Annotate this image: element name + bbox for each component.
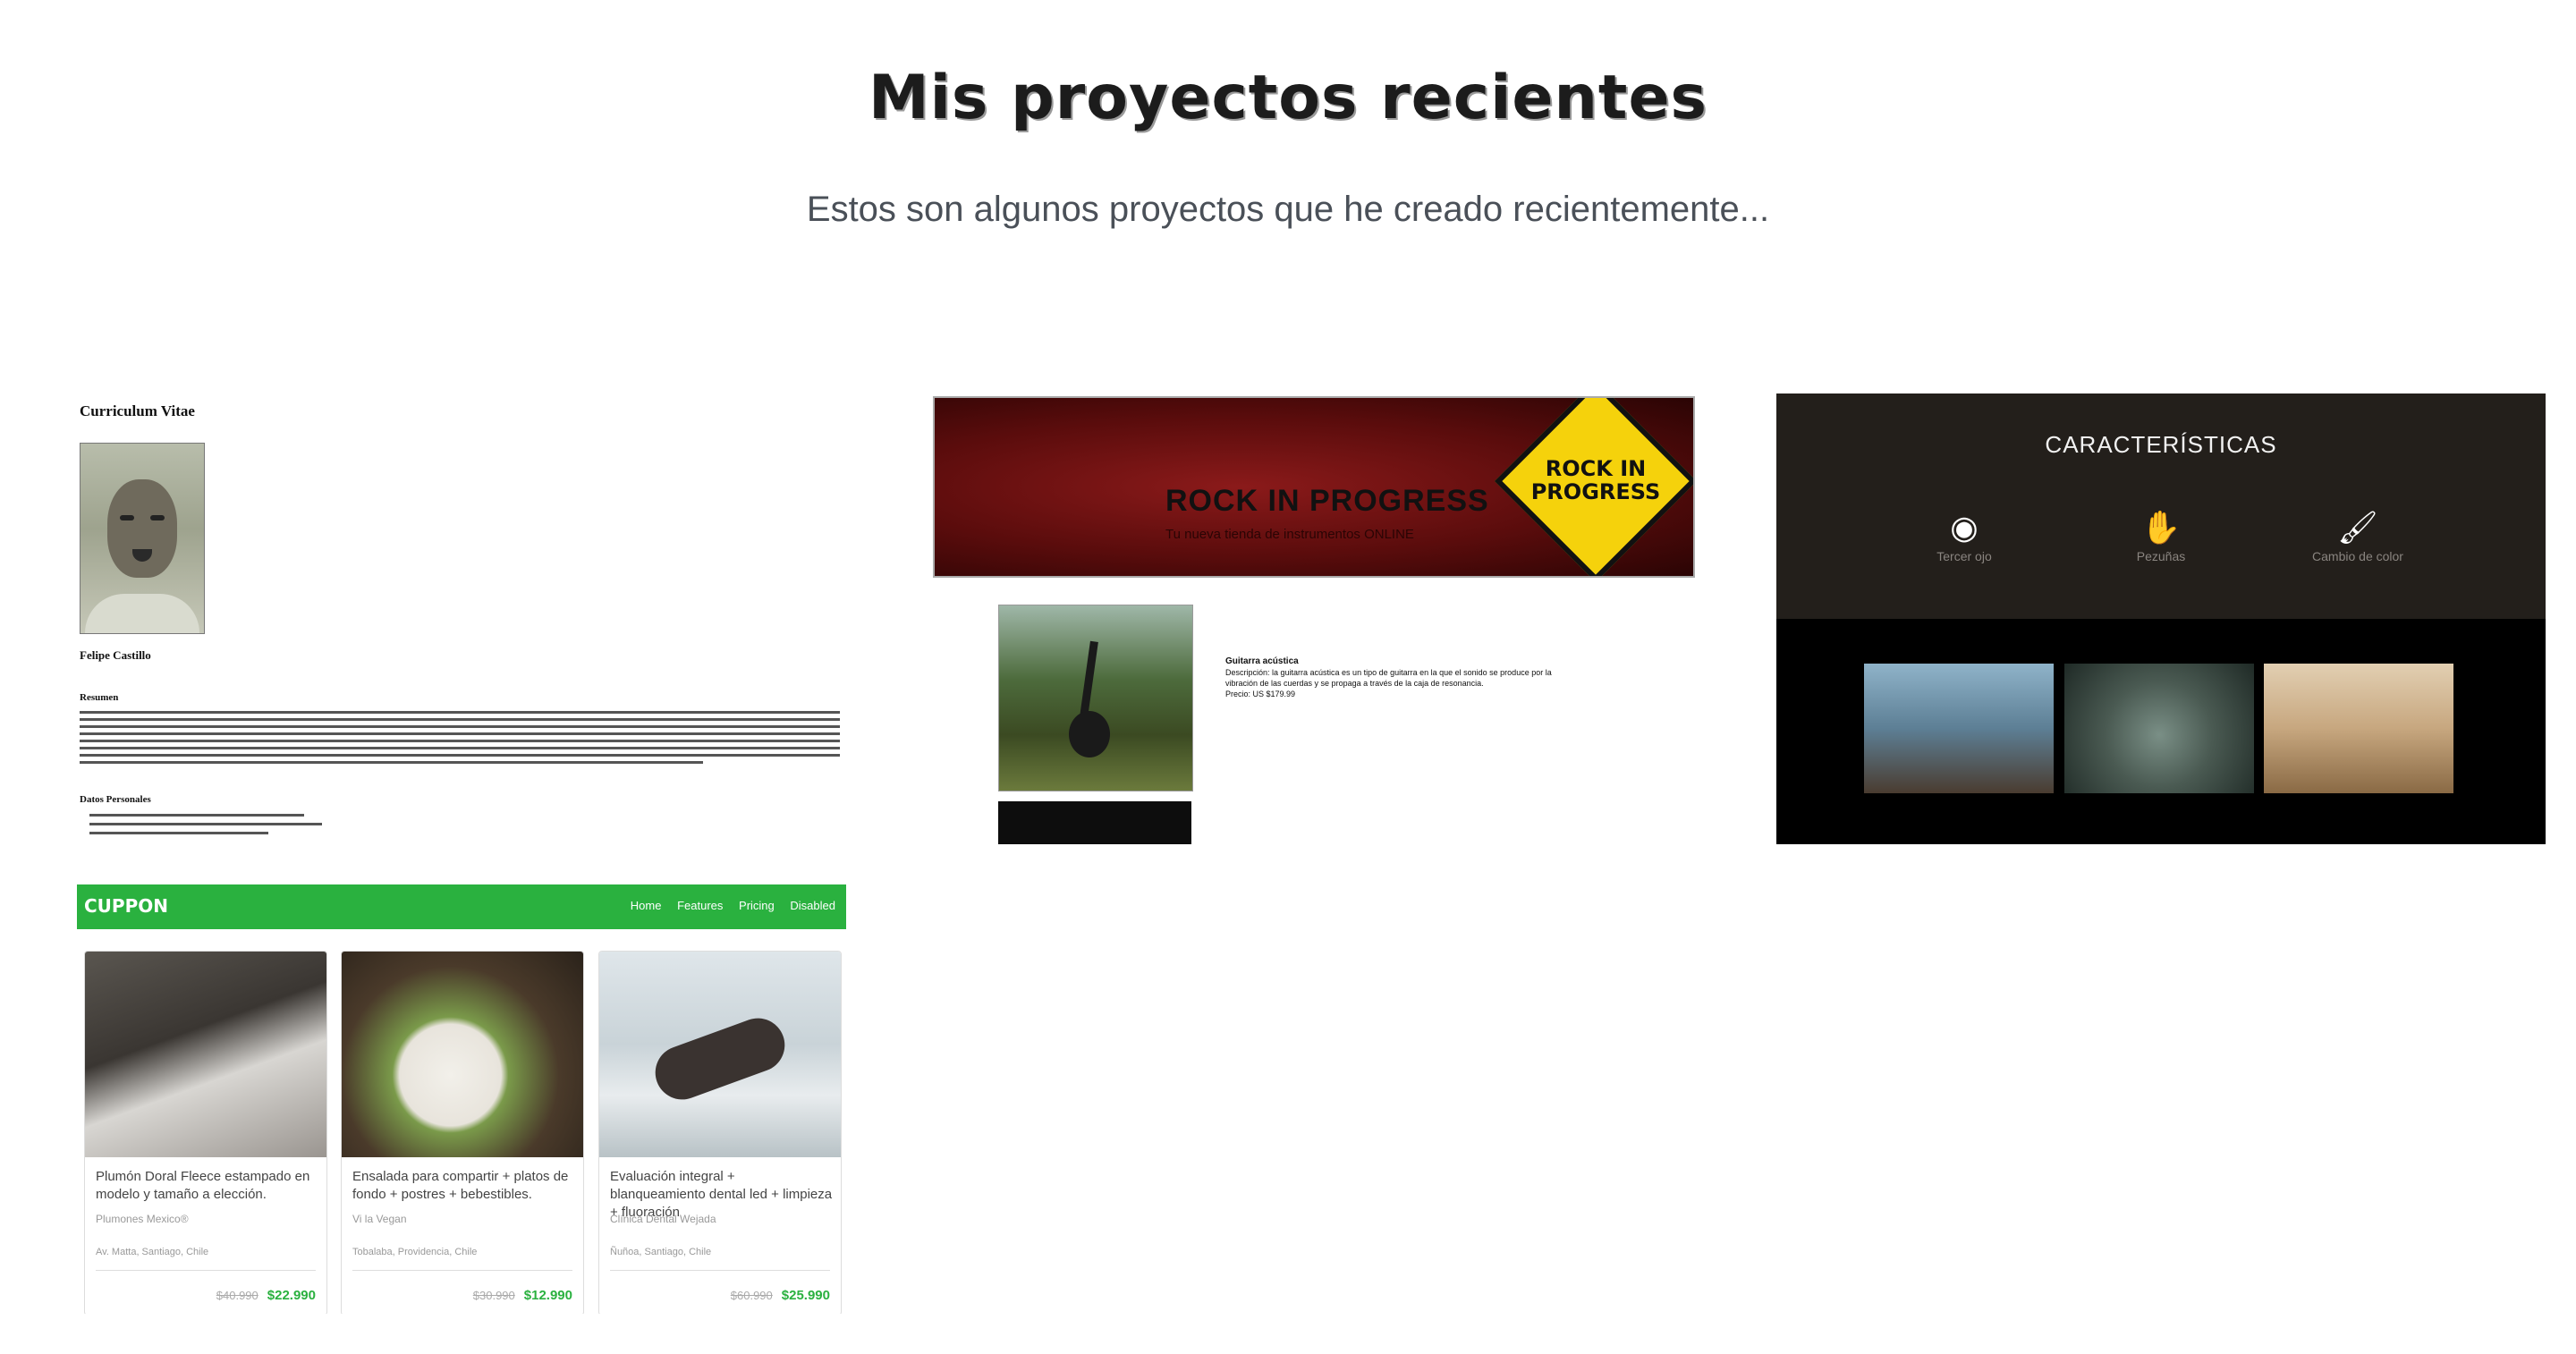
- new-price: $12.990: [523, 1288, 572, 1303]
- nav-link-pricing[interactable]: Pricing: [739, 899, 775, 912]
- coupon-desc: Ensalada para compartir + platos de fond…: [352, 1169, 569, 1202]
- coupon-shop: Clínica Dental Wejada: [610, 1213, 716, 1225]
- salad-image: [342, 952, 583, 1157]
- feature-item: ◉ Tercer ojo: [1884, 509, 2045, 564]
- feature-item: ✋ Pezuñas: [2080, 509, 2241, 564]
- coupon-location: Tobalaba, Providencia, Chile: [352, 1247, 478, 1257]
- coupon-location: Av. Matta, Santiago, Chile: [96, 1247, 209, 1257]
- brush-icon: 🖌: [2337, 509, 2378, 546]
- coupon-shop: Vi la Vegan: [352, 1213, 407, 1225]
- cv-personal-list: [89, 814, 358, 841]
- project-card-cuppon[interactable]: CUPPON Home Features Pricing Disabled Pl…: [77, 884, 846, 1314]
- features-title: CARACTERÍSTICAS: [2045, 431, 2277, 458]
- rock-banner: ROCK IN PROGRESS Tu nueva tienda de inst…: [933, 396, 1695, 578]
- coupon-prices: $30.990 $12.990: [473, 1288, 572, 1303]
- rock-tagline: Tu nueva tienda de instrumentos ONLINE: [1165, 527, 1414, 542]
- feature-label: Cambio de color: [2312, 549, 2403, 563]
- new-price: $25.990: [781, 1288, 830, 1303]
- page-subtitle: Estos son algunos proyectos que he cread…: [806, 190, 1770, 229]
- coupon-card[interactable]: Ensalada para compartir + platos de fond…: [341, 951, 584, 1314]
- old-price: $60.990: [730, 1289, 773, 1302]
- cv-summary-text: [80, 711, 840, 768]
- feature-label: Tercer ojo: [1936, 549, 1992, 563]
- cv-name: Felipe Castillo: [80, 648, 151, 662]
- rock-sign-text: ROCK IN PROGRESS: [1530, 456, 1661, 504]
- old-price: $30.990: [472, 1289, 515, 1302]
- old-price: $40.990: [216, 1289, 258, 1302]
- dental-image: [599, 952, 841, 1157]
- coupon-prices: $40.990 $22.990: [216, 1288, 316, 1303]
- cv-photo: [80, 443, 205, 634]
- rock-product-desc: Descripción: la guitarra acústica es un …: [1225, 668, 1552, 688]
- new-price: $22.990: [267, 1288, 316, 1303]
- nav-link-features[interactable]: Features: [677, 899, 723, 912]
- cuppon-nav-links: Home Features Pricing Disabled: [618, 899, 835, 912]
- divider: [96, 1270, 316, 1271]
- rock-product-info: Guitarra acústica Descripción: la guitar…: [1225, 656, 1565, 699]
- divider: [352, 1270, 572, 1271]
- guitar-image: [998, 605, 1193, 791]
- coupon-location: Ñuñoa, Santiago, Chile: [610, 1247, 712, 1257]
- gallery-thumb-2: [2064, 664, 2254, 793]
- nav-link-disabled[interactable]: Disabled: [790, 899, 835, 912]
- page-title: Mis proyectos recientes: [868, 63, 1708, 133]
- eye-icon: ◉: [1950, 509, 1979, 546]
- product-image-2: [998, 801, 1191, 844]
- project-card-rock[interactable]: ROCK IN PROGRESS Tu nueva tienda de inst…: [930, 394, 1698, 844]
- coupon-card[interactable]: Evaluación integral + blanqueamiento den…: [598, 951, 842, 1314]
- cuppon-navbar: CUPPON Home Features Pricing Disabled: [77, 884, 846, 929]
- rock-product-name: Guitarra acústica: [1225, 656, 1299, 666]
- gallery-thumb-1: [1864, 664, 2054, 793]
- cv-heading: Curriculum Vitae: [80, 402, 195, 419]
- coupon-desc: Plumón Doral Fleece estampado en modelo …: [96, 1169, 310, 1202]
- bed-image: [85, 952, 326, 1157]
- rock-title: ROCK IN PROGRESS: [1165, 484, 1489, 518]
- hand-icon: ✋: [2140, 509, 2182, 546]
- nav-link-home[interactable]: Home: [631, 899, 662, 912]
- rock-product-price: Precio: US $179.99: [1225, 690, 1296, 698]
- feature-label: Pezuñas: [2136, 549, 2186, 563]
- coupon-shop: Plumones Mexico®: [96, 1213, 189, 1225]
- project-card-caracteristicas[interactable]: CARACTERÍSTICAS ◉ Tercer ojo ✋ Pezuñas 🖌…: [1776, 394, 2546, 844]
- feature-item: 🖌 Cambio de color: [2277, 509, 2438, 564]
- project-card-cv[interactable]: Curriculum Vitae Felipe Castillo Resumen…: [72, 394, 845, 844]
- coupon-card[interactable]: Plumón Doral Fleece estampado en modelo …: [84, 951, 327, 1314]
- features-section: CARACTERÍSTICAS ◉ Tercer ojo ✋ Pezuñas 🖌…: [1776, 394, 2546, 619]
- cv-section-resumen: Resumen: [80, 692, 119, 703]
- cuppon-brand: CUPPON: [84, 895, 168, 917]
- coupon-prices: $60.990 $25.990: [731, 1288, 830, 1303]
- gallery-thumb-3: [2264, 664, 2453, 793]
- divider: [610, 1270, 830, 1271]
- cv-section-datos: Datos Personales: [80, 794, 151, 805]
